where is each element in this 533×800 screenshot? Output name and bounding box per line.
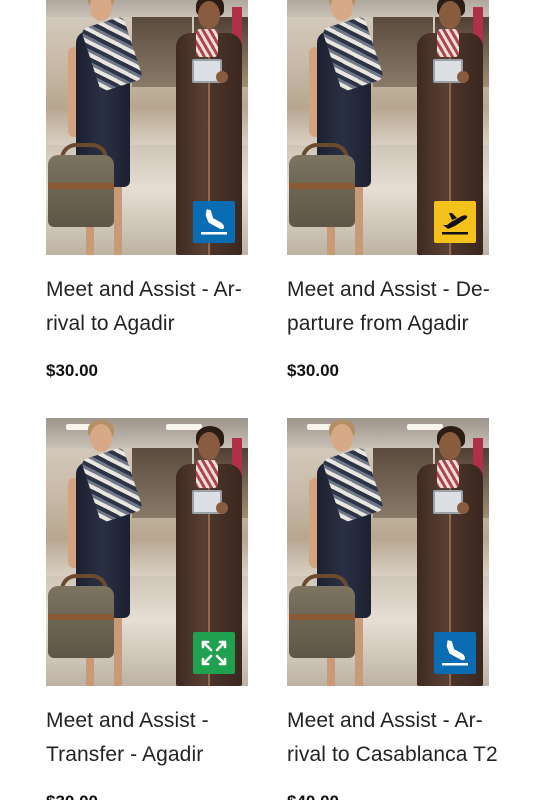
product-title[interactable]: Meet and Assist - Transfer - Agadir [46, 686, 276, 772]
product-image[interactable] [46, 0, 248, 255]
product-card[interactable]: Meet and Assist - Ar- rival to Casablanc… [287, 418, 517, 800]
product-card[interactable]: Meet and Assist - Transfer - Agadir $30.… [46, 418, 276, 800]
airplane-departure-icon [434, 201, 476, 243]
product-image[interactable] [287, 0, 489, 255]
product-title[interactable]: Meet and Assist - De- parture from Agadi… [287, 255, 517, 341]
product-price: $30.00 [46, 361, 98, 380]
airplane-arrival-icon [434, 632, 476, 674]
product-card[interactable]: Meet and Assist - De- parture from Agadi… [287, 0, 517, 381]
product-price: $40.00 [287, 792, 517, 800]
product-image[interactable] [46, 418, 248, 686]
product-image[interactable] [287, 418, 489, 686]
airplane-arrival-icon [193, 201, 235, 243]
product-price: $30.00 [287, 361, 339, 380]
product-title[interactable]: Meet and Assist - Ar- rival to Agadir [46, 255, 276, 341]
product-title[interactable]: Meet and Assist - Ar- rival to Casablanc… [287, 686, 517, 772]
transfer-arrows-icon [193, 632, 235, 674]
product-grid: Meet and Assist - Ar- rival to Agadir $3… [0, 0, 533, 800]
product-price: $30.00 [46, 792, 276, 800]
product-card[interactable]: Meet and Assist - Ar- rival to Agadir $3… [46, 0, 276, 381]
